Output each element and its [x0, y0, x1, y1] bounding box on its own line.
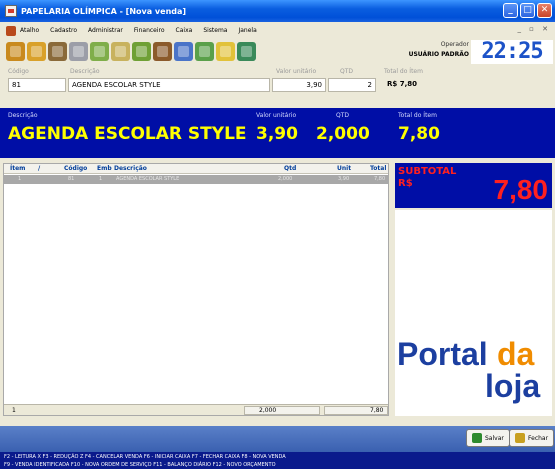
envelope-icon[interactable]: [174, 41, 193, 61]
panel-total-label: Total do Ítem: [398, 112, 437, 119]
boxes-icon[interactable]: [48, 41, 67, 61]
subtotal-panel: SUBTOTAL R$ 7,80: [395, 163, 552, 208]
footer-count: 1: [12, 407, 16, 414]
row-unit: 3,90: [338, 176, 350, 182]
grid-footer: 1 2,000 7,80: [4, 404, 388, 415]
users-icon[interactable]: [6, 41, 25, 61]
logo-portal: Portal: [397, 336, 488, 372]
maximize-button[interactable]: □: [520, 3, 535, 18]
door-exit-icon: [515, 433, 525, 443]
total-label: Total do Ítem: [384, 68, 423, 75]
operator-name: USUÁRIO PADRÃO: [408, 51, 469, 58]
panel-valor-label: Valor unitário: [256, 112, 297, 119]
descricao-field[interactable]: AGENDA ESCOLAR STYLE: [68, 78, 270, 92]
codigo-label: Código: [8, 68, 29, 75]
valor-label: Valor unitário: [276, 68, 317, 75]
panel-qtd: 2,000: [316, 124, 370, 144]
footer-qtd-cell: [244, 406, 320, 415]
row-descricao: AGENDA ESCOLAR STYLE: [116, 176, 180, 182]
exit-icon[interactable]: [237, 41, 256, 61]
checkmark-icon: [472, 433, 482, 443]
qtd-field[interactable]: 2: [328, 78, 376, 92]
operator-label: Operador: [440, 41, 469, 48]
subtotal-value: 7,80: [493, 174, 549, 205]
title-bar[interactable]: PAPELARIA OLÍMPICA - [Nova venda] _ □ ✕: [0, 0, 555, 22]
table-row[interactable]: 1 81 1 AGENDA ESCOLAR STYLE 2,000 3,90 7…: [4, 175, 388, 184]
menu-bar: Atalho Cadastro Administrar Financeiro C…: [0, 22, 555, 39]
menu-atalho[interactable]: Atalho: [20, 27, 39, 34]
subtotal-title: SUBTOTAL: [398, 166, 457, 177]
col-unit[interactable]: Unit: [337, 165, 351, 172]
close-button[interactable]: ✕: [537, 3, 552, 18]
app-window: PAPELARIA OLÍMPICA - [Nova venda] _ □ ✕ …: [0, 0, 555, 469]
menu-cadastro[interactable]: Cadastro: [50, 27, 77, 34]
total-field: R$ 7,80: [387, 80, 417, 88]
col-sort[interactable]: /: [38, 165, 40, 172]
app-icon: [5, 5, 17, 17]
mdi-controls[interactable]: _ ▫ ✕: [517, 25, 551, 33]
save-button[interactable]: Salvar: [466, 429, 510, 447]
shortcut-line-1: F2 - LEITURA X F3 - REDUÇÃO Z F4 - CANCE…: [4, 454, 286, 460]
footer-qtd: 2,000: [259, 407, 277, 414]
folder-icon[interactable]: [153, 41, 172, 61]
save-label: Salvar: [485, 434, 504, 442]
portal-da-loja-logo: Portal da loja: [395, 210, 552, 416]
window-controls: _ □ ✕: [503, 3, 552, 18]
subtotal-currency: R$: [398, 178, 413, 189]
close-label: Fechar: [528, 434, 549, 442]
current-item-panel: Descrição Valor unitário QTD Total do Ít…: [0, 108, 555, 158]
row-codigo: 81: [68, 176, 75, 182]
descricao-label: Descrição: [70, 68, 100, 75]
col-item[interactable]: Ítem: [10, 165, 25, 172]
shortcut-line-2: F9 - VENDA IDENTIFICADA F10 - NOVA ORDEM…: [4, 462, 276, 468]
row-emb: 1: [99, 176, 103, 182]
col-descricao[interactable]: Descrição: [114, 165, 147, 172]
logo-da: da: [497, 336, 535, 372]
paint-icon[interactable]: [111, 41, 130, 61]
panel-valor: 3,90: [256, 124, 298, 144]
note-icon[interactable]: [216, 41, 235, 61]
grid-header: Ítem / Código Emb Descrição Qtd Unit Tot…: [4, 164, 388, 174]
qtd-label: QTD: [340, 68, 354, 75]
items-grid[interactable]: Ítem / Código Emb Descrição Qtd Unit Tot…: [3, 163, 389, 416]
menu-caixa[interactable]: Caixa: [176, 27, 193, 34]
people-icon[interactable]: [27, 41, 46, 61]
menu-administrar[interactable]: Administrar: [88, 27, 123, 34]
pencil-icon[interactable]: [69, 41, 88, 61]
logo-loja: loja: [485, 368, 541, 404]
chart-icon[interactable]: [195, 41, 214, 61]
panel-total: 7,80: [398, 124, 440, 144]
row-qtd: 2,000: [278, 176, 293, 182]
menu-financeiro[interactable]: Financeiro: [134, 27, 165, 34]
close-form-button[interactable]: Fechar: [509, 429, 555, 447]
row-item: 1: [18, 176, 22, 182]
menu-janela[interactable]: Janela: [238, 27, 256, 34]
panel-qtd-label: QTD: [336, 112, 350, 119]
clock-display: 22:25: [471, 40, 553, 64]
window-title: PAPELARIA OLÍMPICA - [Nova venda]: [21, 6, 187, 16]
col-total[interactable]: Total: [370, 165, 386, 172]
action-bar: Salvar Fechar: [0, 426, 555, 452]
minimize-button[interactable]: _: [503, 3, 518, 18]
panel-descricao: AGENDA ESCOLAR STYLE: [8, 124, 247, 144]
footer-total: 7,80: [370, 407, 384, 414]
subtotal-label: SUBTOTAL R$: [398, 166, 456, 190]
col-qtd[interactable]: Qtd: [284, 165, 296, 172]
tools-icon[interactable]: [90, 41, 109, 61]
entry-row: Código Descrição Valor unitário QTD Tota…: [0, 64, 555, 96]
row-total: 7,80: [374, 176, 386, 182]
col-emb[interactable]: Emb: [97, 165, 112, 172]
shortcut-bar: F2 - LEITURA X F3 - REDUÇÃO Z F4 - CANCE…: [0, 452, 555, 469]
menu-sistema[interactable]: Sistema: [203, 27, 227, 34]
panel-descricao-label: Descrição: [8, 112, 38, 119]
money-icon[interactable]: [132, 41, 151, 61]
toolbar: [0, 39, 410, 63]
document-icon: [6, 25, 16, 36]
col-codigo[interactable]: Código: [64, 165, 87, 172]
valor-field[interactable]: 3,90: [272, 78, 326, 92]
operator-info: Operador USUÁRIO PADRÃO: [409, 40, 469, 60]
codigo-field[interactable]: 81: [8, 78, 66, 92]
